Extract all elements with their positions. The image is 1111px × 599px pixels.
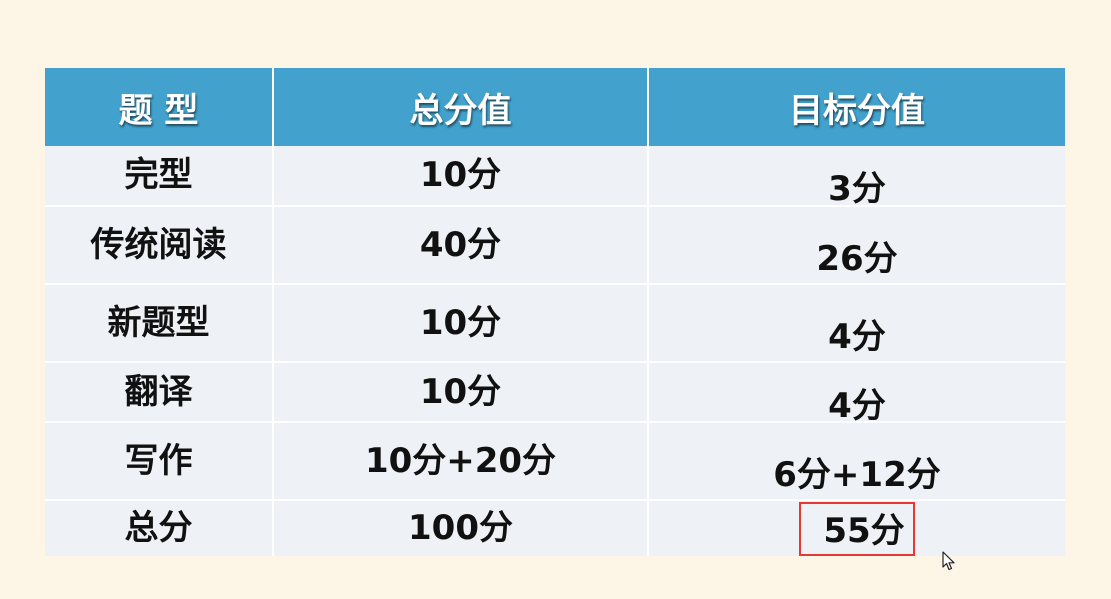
question-type-text: 传统阅读 [90, 224, 227, 265]
cell-target-score: 3分 [648, 146, 1065, 209]
cell-total-score: 10分 [273, 362, 649, 423]
table-row: 新题型 10分 4分 [45, 284, 1065, 363]
header-question-type: 题 型 [45, 68, 274, 146]
highlighted-target-score: 55分 [799, 501, 915, 556]
question-type-text: 总分 [124, 508, 193, 548]
cell-target-score: 55分 [648, 500, 1065, 556]
mouse-pointer-icon [942, 551, 955, 571]
cell-total-score: 100分 [273, 500, 649, 556]
table-row: 总分 100分 55分 [45, 500, 1065, 556]
cell-target-score: 6分+12分 [648, 422, 1065, 501]
cell-question-type: 传统阅读 [45, 206, 274, 285]
header-target-score: 目标分值 [648, 68, 1065, 146]
score-table: 题 型 总分值 目标分值 完型 10分 3分 传统阅读 40分 26分 新题型 … [45, 68, 1065, 556]
target-score-text: 6分+12分 [773, 454, 941, 495]
table-row: 写作 10分+20分 6分+12分 [45, 422, 1065, 501]
cell-target-score: 4分 [648, 362, 1065, 426]
cell-target-score: 4分 [648, 284, 1065, 363]
target-score-text: 4分 [828, 385, 886, 426]
total-score-text: 10分+20分 [364, 440, 557, 481]
total-score-text: 10分 [419, 302, 502, 343]
target-score-text: 3分 [828, 169, 886, 209]
cell-question-type: 翻译 [45, 362, 274, 423]
cell-question-type: 新题型 [45, 284, 274, 363]
table-row: 完型 10分 3分 [45, 146, 1065, 209]
cell-total-score: 10分+20分 [273, 422, 649, 501]
question-type-text: 完型 [124, 155, 193, 195]
table-row: 传统阅读 40分 26分 [45, 206, 1065, 285]
total-score-text: 40分 [419, 224, 502, 265]
cell-total-score: 10分 [273, 146, 649, 207]
table-row: 翻译 10分 4分 [45, 362, 1065, 426]
question-type-text: 写作 [124, 440, 193, 481]
cell-total-score: 10分 [273, 284, 649, 363]
question-type-text: 翻译 [124, 371, 193, 412]
cell-target-score: 26分 [648, 206, 1065, 285]
cell-total-score: 40分 [273, 206, 649, 285]
cell-question-type: 总分 [45, 500, 274, 556]
cell-question-type: 写作 [45, 422, 274, 501]
cell-question-type: 完型 [45, 146, 274, 207]
target-score-text: 4分 [828, 316, 886, 357]
total-score-text: 10分 [419, 155, 502, 195]
target-score-text: 26分 [816, 238, 898, 279]
header-row: 题 型 总分值 目标分值 [45, 68, 1065, 146]
question-type-text: 新题型 [107, 302, 210, 343]
total-score-text: 10分 [419, 371, 502, 412]
total-score-text: 100分 [408, 508, 513, 548]
header-total-score: 总分值 [273, 68, 649, 146]
